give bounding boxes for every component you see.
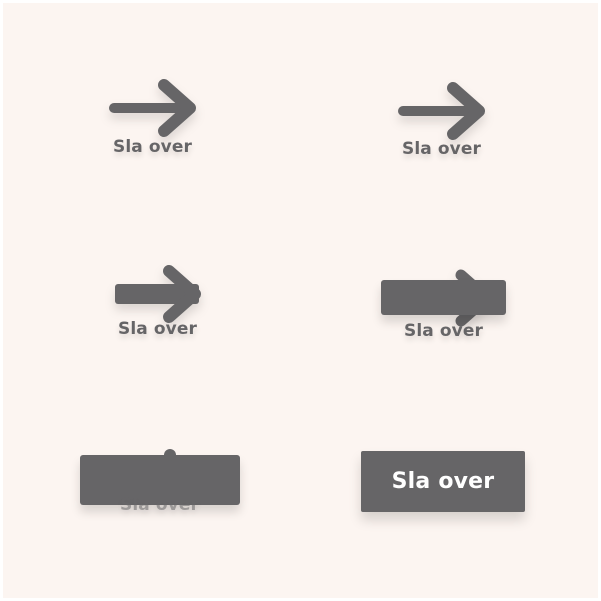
frame-6: Sla over xyxy=(303,403,598,598)
skip-label: Sla over xyxy=(402,139,481,159)
frame-5: Sla over xyxy=(3,403,303,598)
skip-label: Sla over xyxy=(113,137,192,157)
animation-sheet: Sla over Sla over Sla over Sla over Sla … xyxy=(3,3,598,598)
skip-label: Sla over xyxy=(404,321,483,341)
bar-bump xyxy=(164,449,176,461)
frame-2: Sla over xyxy=(303,3,598,203)
frame-4: Sla over xyxy=(303,203,598,403)
frame-1: Sla over xyxy=(3,3,303,203)
arrow-right-icon xyxy=(398,82,485,140)
arrow-right-icon xyxy=(109,79,196,137)
skip-label: Sla over xyxy=(118,319,197,339)
frame-3: Sla over xyxy=(3,203,303,403)
skip-button[interactable]: Sla over xyxy=(361,451,525,512)
morph-bar xyxy=(381,280,506,315)
skip-label: Sla over xyxy=(120,495,199,515)
